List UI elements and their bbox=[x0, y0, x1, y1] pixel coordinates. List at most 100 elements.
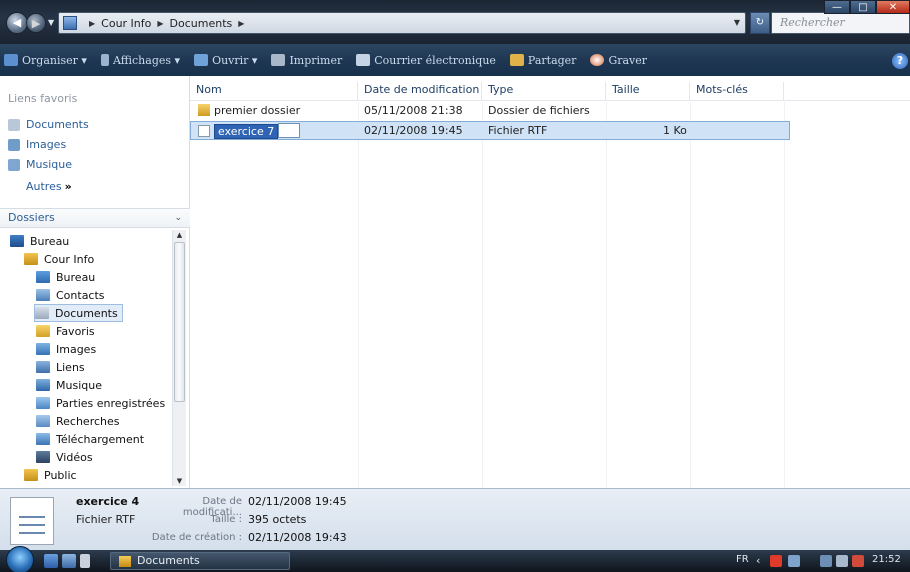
double-chevron-icon: » bbox=[64, 180, 72, 193]
maximize-button[interactable]: □ bbox=[850, 0, 876, 14]
switch-windows-icon[interactable] bbox=[62, 554, 76, 568]
show-desktop-icon[interactable] bbox=[44, 554, 58, 568]
details-pane: exercice 4 Fichier RTF Date de modificat… bbox=[0, 488, 910, 550]
column-divider bbox=[482, 100, 483, 488]
folder-tree: Bureau Cour Info Bureau Contacts Documen… bbox=[0, 230, 172, 486]
chevron-down-icon[interactable]: ⌄ bbox=[174, 209, 182, 227]
music-icon bbox=[8, 158, 20, 171]
tree-item-public[interactable]: Public bbox=[24, 466, 77, 484]
column-header-size[interactable]: Taille bbox=[606, 82, 690, 100]
tree-scrollbar[interactable]: ▲ ▼ bbox=[172, 230, 186, 486]
details-size-label: Taille : bbox=[210, 514, 242, 525]
fav-documents[interactable]: Documents bbox=[8, 118, 89, 131]
tree-item-telechargement[interactable]: Téléchargement bbox=[36, 430, 144, 448]
details-file-name: exercice 4 bbox=[76, 495, 140, 508]
tree-item-bureau-sub[interactable]: Bureau bbox=[36, 268, 95, 286]
fav-images[interactable]: Images bbox=[8, 138, 66, 151]
desktop-icon bbox=[10, 235, 24, 247]
column-header-type[interactable]: Type bbox=[482, 82, 606, 100]
language-indicator[interactable]: FR bbox=[736, 554, 749, 565]
file-modified-cell: 05/11/2008 21:38 bbox=[364, 104, 463, 117]
tree-item-musique[interactable]: Musique bbox=[36, 376, 102, 394]
taskbar-window-documents[interactable]: Documents bbox=[110, 552, 290, 570]
favorites-icon bbox=[36, 325, 50, 337]
tree-item-liens[interactable]: Liens bbox=[36, 358, 85, 376]
clock[interactable]: 21:52 bbox=[872, 554, 901, 565]
security-alert-icon[interactable] bbox=[770, 555, 782, 567]
breadcrumb-separator-icon[interactable]: ▶ bbox=[157, 19, 163, 28]
help-button[interactable]: ? bbox=[892, 53, 908, 69]
open-button[interactable]: Ouvrir ▾ bbox=[194, 54, 257, 67]
start-button[interactable] bbox=[6, 546, 34, 572]
table-row[interactable]: premier dossier 05/11/2008 21:38 Dossier… bbox=[190, 102, 790, 121]
scroll-down-icon[interactable]: ▼ bbox=[173, 477, 186, 485]
open-icon bbox=[194, 54, 209, 66]
recent-pages-chevron-icon[interactable]: ▼ bbox=[48, 18, 54, 27]
title-bar: ◀ ▶ ▼ ▶ Cour Info ▶ Documents ▶ ▼ ↻ Rech… bbox=[0, 0, 910, 44]
tree-item-bureau[interactable]: Bureau bbox=[10, 232, 69, 250]
public-folder-icon bbox=[24, 469, 38, 481]
share-icon bbox=[509, 54, 524, 66]
tree-item-cour-info[interactable]: Cour Info bbox=[24, 250, 94, 268]
column-header-tags[interactable]: Mots-clés bbox=[690, 82, 784, 100]
column-header-date[interactable]: Date de modification bbox=[358, 82, 482, 100]
folders-header[interactable]: Dossiers ⌄ bbox=[0, 208, 190, 228]
tree-item-contacts[interactable]: Contacts bbox=[36, 286, 105, 304]
navigation-pane: Liens favoris Documents Images Musique A… bbox=[0, 76, 190, 488]
views-button[interactable]: Affichages ▾ bbox=[100, 54, 180, 67]
burn-button[interactable]: Graver bbox=[590, 54, 647, 67]
more-links[interactable]: Autres» bbox=[26, 180, 72, 193]
tree-item-images[interactable]: Images bbox=[36, 340, 96, 358]
tree-item-favoris[interactable]: Favoris bbox=[36, 322, 95, 340]
fav-music[interactable]: Musique bbox=[8, 158, 72, 171]
rename-input[interactable]: exercice 7 bbox=[214, 124, 279, 139]
address-dropdown-icon[interactable]: ▼ bbox=[728, 12, 746, 34]
documents-icon bbox=[35, 307, 49, 319]
rtf-document-icon bbox=[10, 497, 54, 545]
back-button[interactable]: ◀ bbox=[6, 12, 28, 34]
print-button[interactable]: Imprimer bbox=[271, 54, 342, 67]
breadcrumb-documents[interactable]: Documents bbox=[170, 17, 233, 30]
column-header-name[interactable]: Nom bbox=[190, 82, 358, 100]
images-icon bbox=[8, 138, 20, 151]
tree-item-videos[interactable]: Vidéos bbox=[36, 448, 93, 466]
search-folder-icon bbox=[36, 415, 50, 427]
address-bar[interactable]: ▶ Cour Info ▶ Documents ▶ bbox=[58, 12, 746, 34]
file-name-cell: exercice 7 bbox=[198, 123, 301, 139]
table-row[interactable]: exercice 7 02/11/2008 19:45 Fichier RTF … bbox=[190, 121, 790, 140]
file-type-cell: Dossier de fichiers bbox=[488, 104, 590, 117]
views-icon bbox=[100, 54, 109, 66]
column-divider bbox=[606, 100, 607, 488]
breadcrumb-separator-icon[interactable]: ▶ bbox=[89, 19, 95, 28]
printer-icon bbox=[271, 54, 286, 66]
column-divider bbox=[784, 100, 785, 488]
images-icon bbox=[36, 343, 50, 355]
folder-icon bbox=[119, 556, 131, 567]
antivirus-icon[interactable] bbox=[788, 555, 800, 567]
refresh-button[interactable]: ↻ bbox=[750, 12, 770, 34]
quick-launch-chevron-icon[interactable] bbox=[80, 554, 90, 568]
volume-icon[interactable] bbox=[852, 555, 864, 567]
email-button[interactable]: Courrier électronique bbox=[356, 54, 496, 67]
rtf-document-icon bbox=[198, 125, 210, 137]
network-icon[interactable] bbox=[820, 555, 832, 567]
close-button[interactable]: ✕ bbox=[876, 0, 910, 14]
forward-button[interactable]: ▶ bbox=[26, 13, 46, 33]
share-button[interactable]: Partager bbox=[509, 54, 576, 67]
column-divider bbox=[358, 100, 359, 488]
scroll-up-icon[interactable]: ▲ bbox=[173, 231, 186, 239]
tray-chevron-icon[interactable]: ‹ bbox=[756, 554, 760, 567]
display-icon[interactable] bbox=[836, 555, 848, 567]
tree-item-recherches[interactable]: Recherches bbox=[36, 412, 120, 430]
search-input[interactable]: Rechercher bbox=[771, 12, 910, 34]
tree-item-documents[interactable]: Documents bbox=[34, 304, 123, 322]
minimize-button[interactable]: — bbox=[824, 0, 850, 14]
details-created-value: 02/11/2008 19:43 bbox=[248, 531, 347, 544]
scrollbar-thumb[interactable] bbox=[174, 242, 185, 402]
breadcrumb-cour-info[interactable]: Cour Info bbox=[101, 17, 151, 30]
breadcrumb-separator-icon[interactable]: ▶ bbox=[238, 19, 244, 28]
header-divider bbox=[190, 100, 910, 101]
saved-games-icon bbox=[36, 397, 50, 409]
tree-item-parties-enregistrees[interactable]: Parties enregistrées bbox=[36, 394, 165, 412]
organize-button[interactable]: Organiser ▾ bbox=[4, 54, 87, 67]
